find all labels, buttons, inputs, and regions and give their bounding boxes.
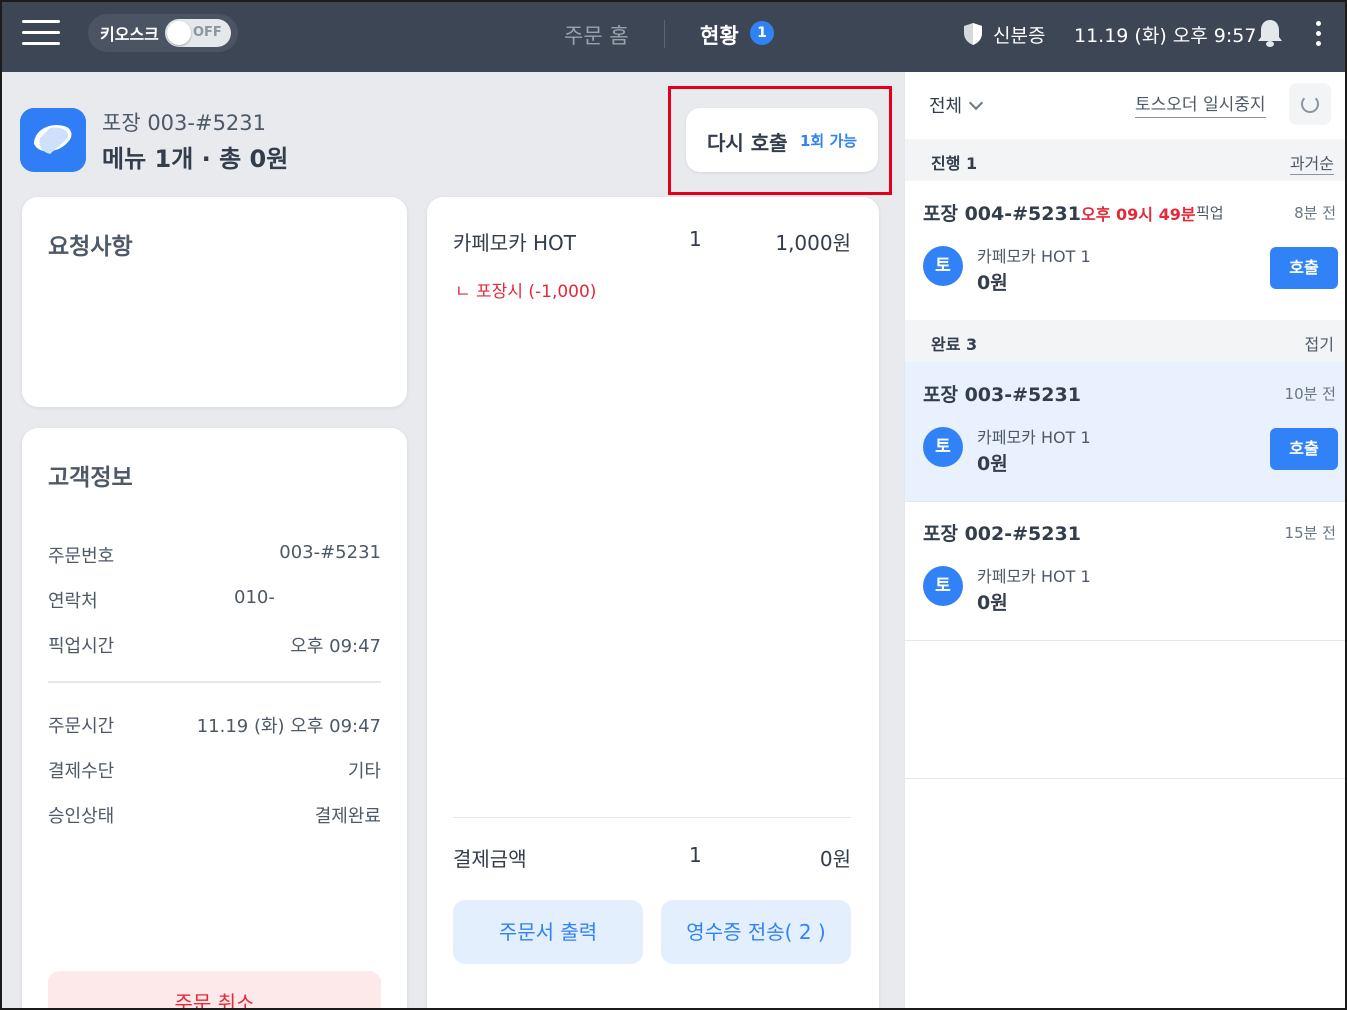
toggle-knob: [167, 21, 191, 45]
payment-amount-label: 결제금액: [453, 847, 527, 871]
bell-icon[interactable]: [1256, 18, 1284, 48]
toggle-state: OFF: [193, 25, 222, 40]
order-detail-area: 포장 003-#5231 메뉴 1개 · 총 0원 다시 호출 1회 가능 요청…: [2, 72, 904, 1008]
list-item[interactable]: 포장 003-#5231 10분 전 토 카페모카 HOT 1 0원 호출: [905, 362, 1345, 502]
divider: [48, 681, 381, 683]
pause-toss-order-link[interactable]: 토스오더 일시중지: [1135, 90, 1266, 118]
refresh-button[interactable]: [1289, 83, 1331, 125]
more-icon[interactable]: [1314, 21, 1322, 47]
recall-button[interactable]: 다시 호출 1회 가능: [686, 108, 878, 172]
approval-status-value: 결제완료: [314, 806, 381, 827]
status-count-badge: 1: [750, 21, 774, 45]
current-datetime: 11.19 (화) 오후 9:57: [1074, 25, 1257, 47]
divider: [453, 817, 851, 818]
elapsed-time: 15분 전: [1284, 524, 1336, 542]
avatar: 토: [923, 566, 963, 606]
order-number-value: 003-#5231: [279, 542, 381, 563]
menu-item-name: 카페모카 HOT: [453, 231, 576, 255]
menu-item-price: 1,000원: [775, 231, 851, 255]
menu-item-option: ㄴ 포장시 (-1,000): [455, 282, 597, 302]
customer-info-card: 고객정보 주문번호 003-#5231 연락처 010- 픽업시간 오후 09:…: [22, 428, 407, 1008]
payment-method-value: 기타: [347, 761, 381, 782]
order-time-label: 주문시간: [48, 716, 115, 737]
call-button[interactable]: 호출: [1270, 247, 1338, 289]
shield-icon: [964, 23, 982, 45]
pickup-label: 픽업: [1196, 204, 1224, 222]
filter-dropdown[interactable]: 전체: [929, 92, 962, 118]
top-bar: 키오스크 OFF 주문 홈 현황 1 신분증 11.19 (화) 오후 9:57: [2, 2, 1345, 72]
print-order-button[interactable]: 주문서 출력: [453, 900, 643, 964]
order-item-price: 0원: [977, 272, 1008, 294]
payment-method-label: 결제수단: [48, 761, 115, 782]
id-card-button[interactable]: 신분증: [993, 21, 1045, 48]
list-item[interactable]: 포장 002-#5231 15분 전 토 카페모카 HOT 1 0원: [905, 501, 1345, 641]
menu-icon[interactable]: [22, 20, 60, 48]
order-item-title: 포장 004-#5231: [923, 203, 1081, 225]
done-title: 완료 3: [931, 335, 978, 354]
tab-order-home[interactable]: 주문 홈: [564, 20, 629, 50]
list-item[interactable]: 포장 004-#5231 오후 09시 49분 픽업 8분 전 토 카페모카 H…: [905, 181, 1345, 321]
avatar: 토: [923, 427, 963, 467]
app-frame: 키오스크 OFF 주문 홈 현황 1 신분증 11.19 (화) 오후 9:57: [0, 0, 1347, 1010]
order-item-menu: 카페모카 HOT 1: [977, 247, 1091, 266]
kiosk-switch[interactable]: 키오스크 OFF: [88, 14, 238, 52]
divider: [905, 778, 1345, 779]
menu-card: 카페모카 HOT 1 1,000원 ㄴ 포장시 (-1,000) 결제금액 1 …: [427, 197, 879, 1008]
order-number-label: 주문번호: [48, 546, 115, 567]
approval-status-label: 승인상태: [48, 806, 115, 827]
recall-remaining: 1회 가능: [800, 132, 858, 150]
pickup-time-label: 픽업시간: [48, 636, 115, 657]
customer-info-title: 고객정보: [48, 465, 133, 491]
order-item-price: 0원: [977, 592, 1008, 614]
elapsed-time: 10분 전: [1284, 385, 1336, 403]
order-summary: 메뉴 1개 · 총 0원: [102, 145, 289, 173]
cancel-order-button[interactable]: 주문 취소: [48, 971, 381, 1008]
menu-item-qty: 1: [689, 227, 702, 251]
kiosk-toggle[interactable]: OFF: [165, 19, 231, 47]
sort-oldest-link[interactable]: 과거순: [1289, 150, 1334, 175]
tab-status[interactable]: 현황: [700, 20, 739, 50]
order-time-value: 11.19 (화) 오후 09:47: [196, 716, 381, 737]
chevron-down-icon[interactable]: [968, 95, 984, 111]
request-card: 요청사항: [22, 197, 407, 407]
recall-label: 다시 호출: [707, 131, 788, 155]
payment-qty: 1: [689, 843, 702, 867]
toss-app-icon: [20, 108, 86, 172]
send-receipt-button[interactable]: 영수증 전송( 2 ): [661, 900, 851, 964]
pickup-time-value: 오후 09:47: [290, 636, 381, 657]
avatar: 토: [923, 246, 963, 286]
contact-label: 연락처: [48, 591, 98, 612]
in-progress-header: 진행 1 과거순: [905, 139, 1345, 181]
nav-divider: [664, 20, 665, 48]
in-progress-title: 진행 1: [931, 154, 978, 173]
order-item-menu: 카페모카 HOT 1: [977, 428, 1091, 447]
payment-total: 0원: [819, 847, 851, 871]
pickup-time: 오후 09시 49분: [1081, 205, 1196, 224]
order-item-title: 포장 002-#5231: [923, 523, 1081, 545]
kiosk-label: 키오스크: [100, 25, 159, 44]
order-list-panel: 전체 토스오더 일시중지 진행 1 과거순 포장 004-#5231 오후 09…: [904, 72, 1345, 1008]
collapse-link[interactable]: 접기: [1305, 331, 1334, 355]
contact-value: 010-: [234, 587, 275, 608]
order-item-menu: 카페모카 HOT 1: [977, 567, 1091, 586]
request-title: 요청사항: [48, 234, 133, 260]
order-title: 포장 003-#5231: [102, 111, 267, 135]
elapsed-time: 8분 전: [1294, 204, 1336, 222]
order-item-price: 0원: [977, 453, 1008, 475]
order-item-title: 포장 003-#5231: [923, 384, 1081, 406]
done-header: 완료 3 접기: [905, 320, 1345, 362]
call-button[interactable]: 호출: [1270, 428, 1338, 470]
refresh-icon: [1301, 95, 1319, 113]
